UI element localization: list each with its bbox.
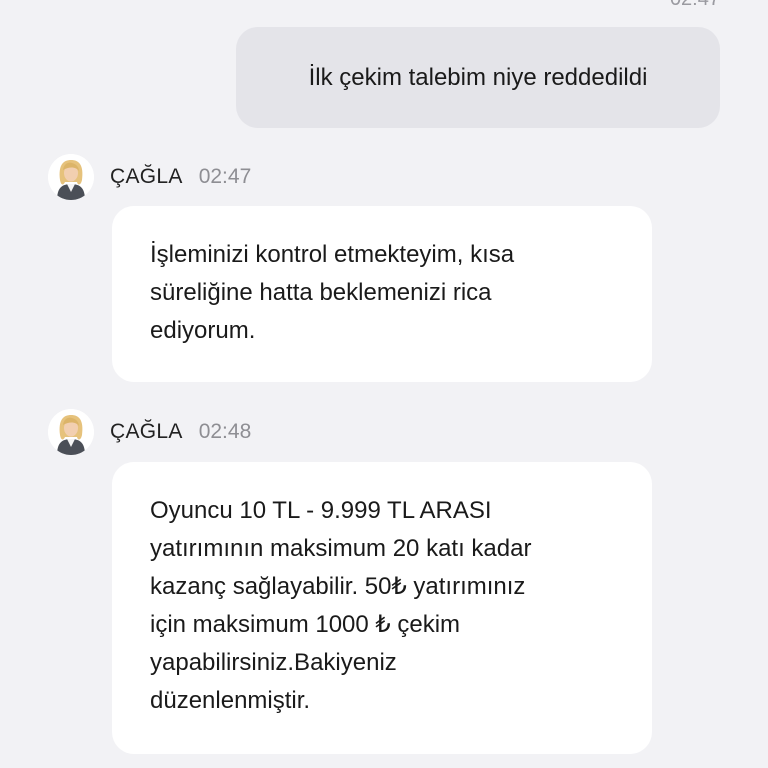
agent-message-time: 02:48	[198, 420, 252, 443]
agent-name: ÇAĞLA	[110, 420, 183, 443]
agent-message-text: İşleminizi kontrol etmekteyim, kısa süre…	[150, 241, 515, 344]
agent-avatar-icon	[48, 154, 94, 200]
agent-message-bubble[interactable]: İşleminizi kontrol etmekteyim, kısa süre…	[112, 206, 652, 382]
agent-message-bubble[interactable]: Oyuncu 10 TL - 9.999 TL ARASI yatırımını…	[112, 462, 652, 754]
agent-message-time: 02:47	[198, 165, 252, 188]
user-message-bubble[interactable]: İlk çekim talebim niye reddedildi	[236, 27, 720, 128]
agent-message-text: Oyuncu 10 TL - 9.999 TL ARASI yatırımını…	[150, 497, 532, 714]
message-timestamp: 02:47	[670, 0, 720, 11]
agent-message-header: ÇAĞLA 02:48	[48, 409, 251, 455]
chat-transcript: 02:47 İlk çekim talebim niye reddedildi …	[0, 0, 768, 768]
agent-name: ÇAĞLA	[110, 165, 183, 188]
user-message-text: İlk çekim talebim niye reddedildi	[308, 63, 648, 91]
agent-avatar-icon	[48, 409, 94, 455]
agent-message-header: ÇAĞLA 02:47	[48, 154, 251, 200]
